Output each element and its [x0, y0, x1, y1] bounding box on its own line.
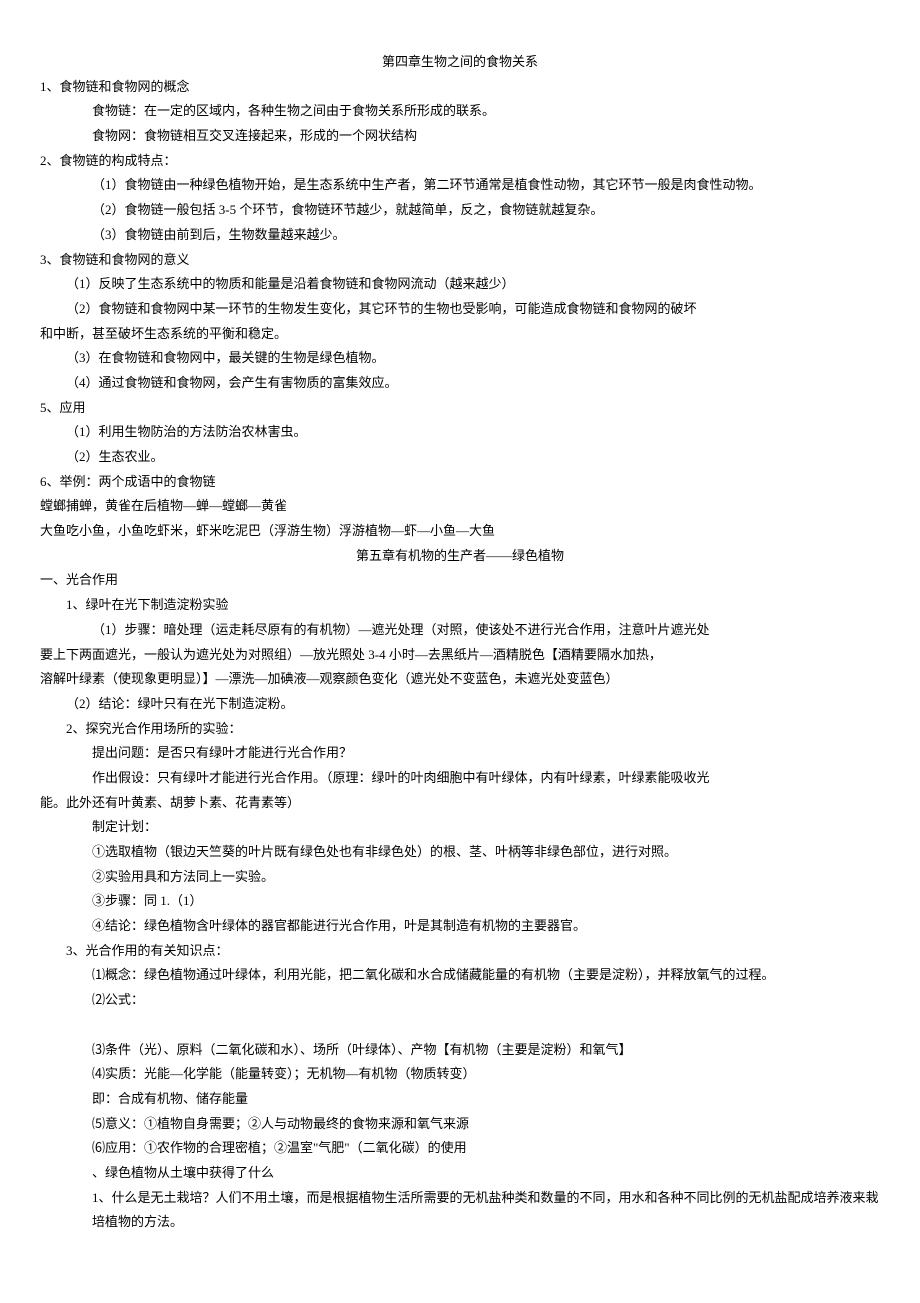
p1-sub3-application: ⑹应用：①农作物的合理密植；②温室"气肥"（二氧化碳）的使用	[40, 1136, 880, 1161]
p1-sub3-concept: ⑴概念：绿色植物通过叶绿体，利用光能，把二氧化碳和水合成储藏能量的有机物（主要是…	[40, 963, 880, 988]
s5-item-1: （1）利用生物防治的方法防治农林害虫。	[40, 420, 880, 445]
s5-item-2: （2）生态农业。	[40, 445, 880, 470]
p1-sub2-plan-3: ③步骤：同 1.（1）	[40, 889, 880, 914]
p1-sub2-question: 提出问题：是否只有绿叶才能进行光合作用？	[40, 741, 880, 766]
p1-sub3: 3、光合作用的有关知识点：	[40, 939, 880, 964]
p1-sub2-plan-4: ④结论：绿色植物含叶绿体的器官都能进行光合作用，叶是其制造有机物的主要器官。	[40, 914, 880, 939]
s3-item-1: （1）反映了生态系统中的物质和能量是沿着食物链和食物网流动（越来越少）	[40, 272, 880, 297]
chapter5-title: 第五章有机物的生产者——绿色植物	[40, 544, 880, 569]
section-1-title: 1、食物链和食物网的概念	[40, 75, 880, 100]
section-5-title: 5、应用	[40, 396, 880, 421]
p1-sub3-meaning: ⑸意义：①植物自身需要；②人与动物最终的食物来源和氧气来源	[40, 1112, 880, 1137]
p1-sub1-conclusion: （2）结论：绿叶只有在光下制造淀粉。	[40, 692, 880, 717]
s2-item-2: （2）食物链一般包括 3-5 个环节，食物链环节越少，就越简单，反之，食物链就越…	[40, 198, 880, 223]
p1-sub2: 2、探究光合作用场所的实验：	[40, 717, 880, 742]
s6-example-2: 大鱼吃小鱼，小鱼吃虾米，虾米吃泥巴（浮游生物）浮游植物—虾—小鱼—大鱼	[40, 519, 880, 544]
p1-sub1: 1、绿叶在光下制造淀粉实验	[40, 593, 880, 618]
section-2-title: 2、食物链的构成特点：	[40, 149, 880, 174]
p1-sub1-step-cont1: 要上下两面遮光，一般认为遮光处为对照组）—放光照处 3-4 小时—去黑纸片—酒精…	[40, 643, 880, 668]
s2-item-1: （1）食物链由一种绿色植物开始，是生态系统中生产者，第二环节通常是植食性动物，其…	[40, 173, 880, 198]
p1-sub2-hypothesis: 作出假设：只有绿叶才能进行光合作用。（原理：绿叶的叶肉细胞中有叶绿体，内有叶绿素…	[40, 766, 880, 791]
section-6-title: 6、举例：两个成语中的食物链	[40, 470, 880, 495]
s3-item-2-cont: 和中断，甚至破坏生态系统的平衡和稳定。	[40, 322, 880, 347]
p1-sub2-plan-1: ①选取植物（银边天竺葵的叶片既有绿色处也有非绿色处）的根、茎、叶柄等非绿色部位，…	[40, 840, 880, 865]
p1-sub3-blank	[40, 1013, 880, 1038]
p1-sub1-step: （1）步骤：暗处理（运走耗尽原有的有机物）—遮光处理（对照，使该处不进行光合作用…	[40, 618, 880, 643]
p1-sub1-step-cont2: 溶解叶绿素（使现象更明显）】—漂洗—加碘液—观察颜色变化（遮光处不变蓝色，未遮光…	[40, 667, 880, 692]
s3-item-3: （3）在食物链和食物网中，最关键的生物是绿色植物。	[40, 346, 880, 371]
part1-title: 一、光合作用	[40, 568, 880, 593]
s3-item-4: （4）通过食物链和食物网，会产生有害物质的富集效应。	[40, 371, 880, 396]
p1-sub3-essence: ⑷实质：光能—化学能（能量转变）；无机物—有机物（物质转变）	[40, 1062, 880, 1087]
s3-item-2: （2）食物链和食物网中某一环节的生物发生变化，其它环节的生物也受影响，可能造成食…	[40, 297, 880, 322]
p1-sub2-hypothesis-cont: 能。此外还有叶黄素、胡萝卜素、花青素等）	[40, 791, 880, 816]
p1-sub3-formula: ⑵公式：	[40, 988, 880, 1013]
s6-example-1: 螳螂捕蝉，黄雀在后植物—蝉—螳螂—黄雀	[40, 494, 880, 519]
part2-soilless: 1、什么是无土栽培？人们不用土壤，而是根据植物生活所需要的无机盐种类和数量的不同…	[40, 1186, 880, 1235]
section-3-title: 3、食物链和食物网的意义	[40, 248, 880, 273]
p1-sub2-plan-2: ②实验用具和方法同上一实验。	[40, 865, 880, 890]
def-food-web: 食物网：食物链相互交叉连接起来，形成的一个网状结构	[40, 124, 880, 149]
part2-title: 、绿色植物从土壤中获得了什么	[40, 1161, 880, 1186]
s2-item-3: （3）食物链由前到后，生物数量越来越少。	[40, 223, 880, 248]
def-food-chain: 食物链：在一定的区域内，各种生物之间由于食物关系所形成的联系。	[40, 99, 880, 124]
p1-sub3-essence-cont: 即：合成有机物、储存能量	[40, 1087, 880, 1112]
p1-sub2-plan: 制定计划：	[40, 815, 880, 840]
p1-sub3-conditions: ⑶条件（光）、原料（二氧化碳和水）、场所（叶绿体）、产物【有机物（主要是淀粉）和…	[40, 1038, 880, 1063]
chapter4-title: 第四章生物之间的食物关系	[40, 50, 880, 75]
